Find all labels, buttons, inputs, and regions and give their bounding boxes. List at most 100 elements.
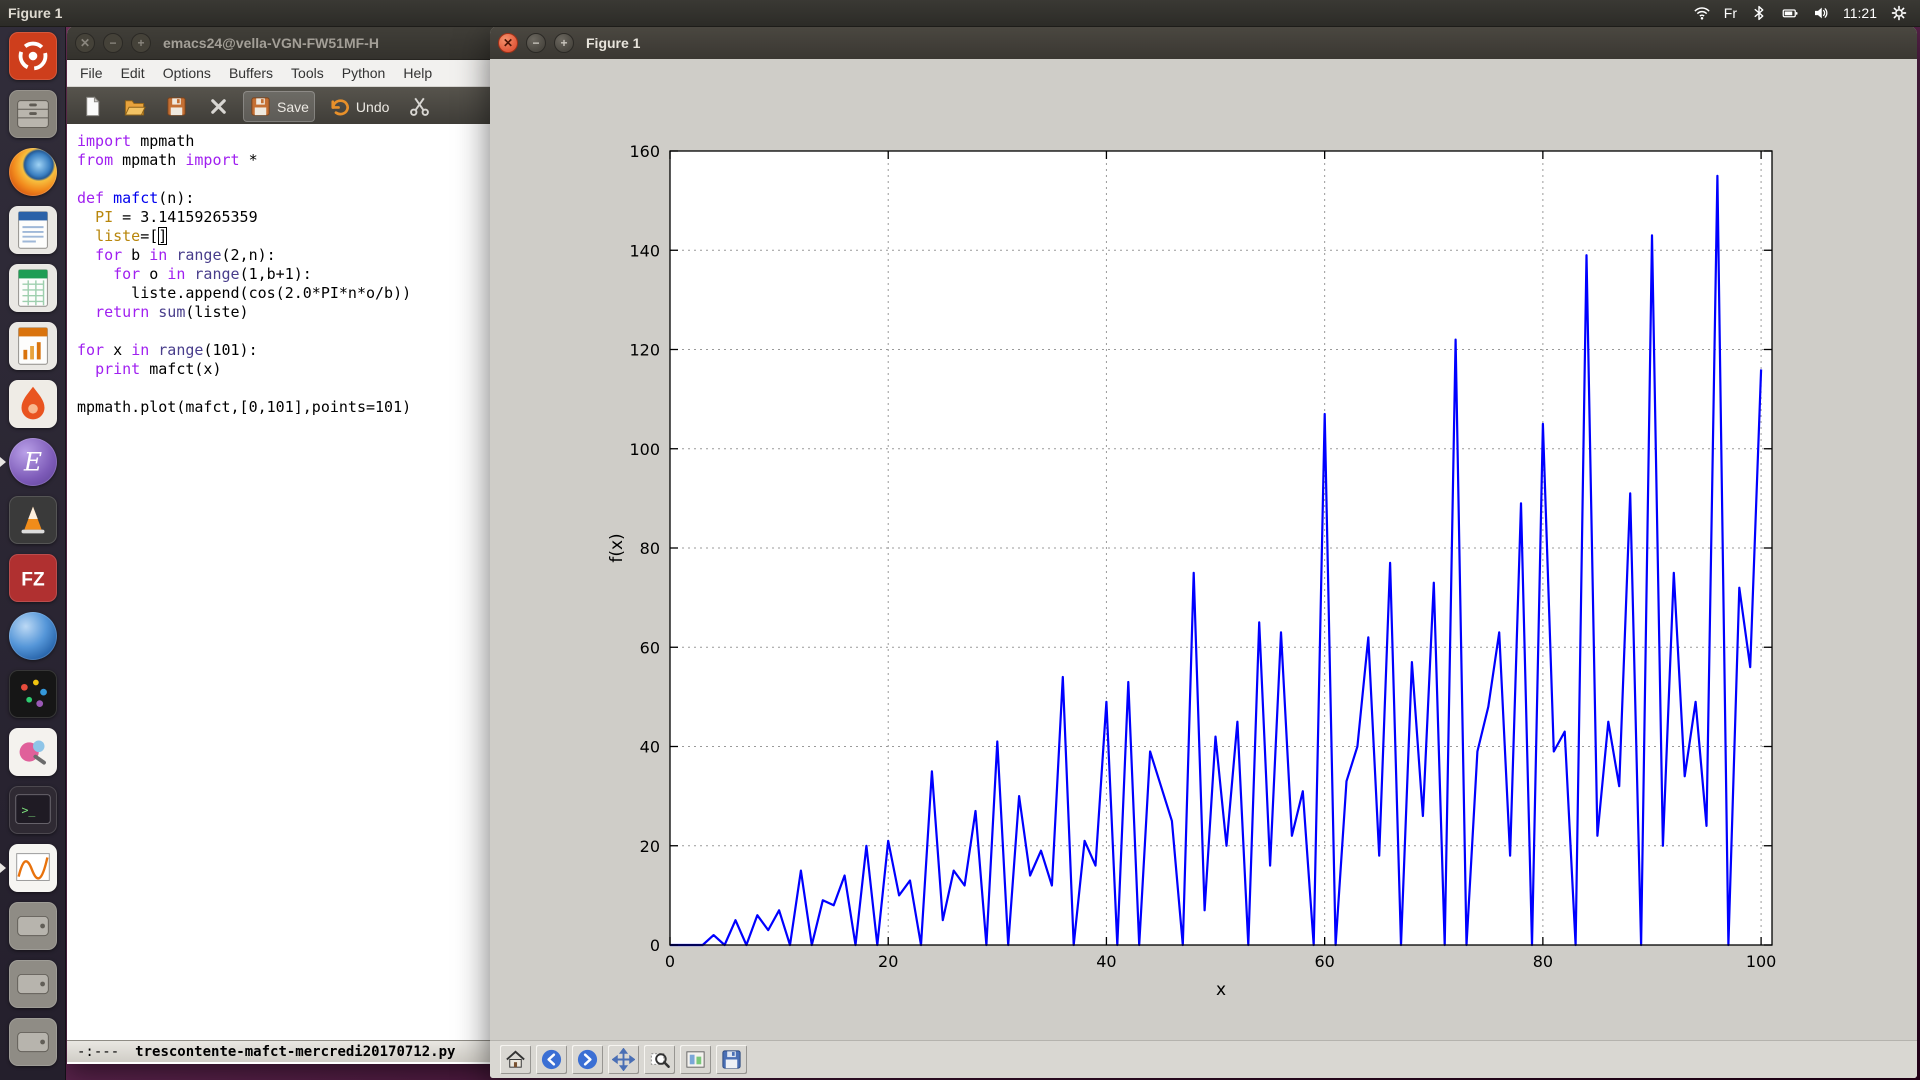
emacs-maximize-button[interactable]: + bbox=[131, 33, 151, 53]
figure-minimize-button[interactable]: − bbox=[526, 33, 546, 53]
undo-arrow-icon bbox=[328, 95, 351, 118]
menu-buffers[interactable]: Buffers bbox=[220, 62, 282, 84]
chart[interactable]: 020406080100020406080100120140160xf(x) bbox=[490, 59, 1917, 1041]
menu-help[interactable]: Help bbox=[394, 62, 441, 84]
menu-python[interactable]: Python bbox=[333, 62, 395, 84]
launcher-item-external-drive-2[interactable] bbox=[9, 960, 57, 1008]
figure-canvas[interactable]: 020406080100020406080100120140160xf(x) bbox=[490, 59, 1917, 1041]
top-panel: Figure 1 Fr 11:21 bbox=[0, 0, 1920, 27]
floppy-icon bbox=[165, 95, 188, 118]
code-line bbox=[77, 379, 507, 398]
emacs-buffer[interactable]: import mpmathfrom mpmath import * def ma… bbox=[67, 124, 507, 1048]
emacs-toolbar-new-file[interactable] bbox=[75, 91, 110, 122]
close-x-icon bbox=[207, 95, 230, 118]
launcher-item-libreoffice-impress[interactable] bbox=[9, 322, 57, 370]
floppy-icon bbox=[249, 95, 272, 118]
emacs-close-button[interactable]: ✕ bbox=[75, 33, 95, 53]
panel-window-title: Figure 1 bbox=[8, 5, 62, 21]
mpl-forward-button[interactable] bbox=[572, 1045, 603, 1074]
bluetooth-icon[interactable] bbox=[1750, 4, 1768, 22]
menu-options[interactable]: Options bbox=[154, 62, 220, 84]
launcher-item-emacs[interactable]: E bbox=[9, 438, 57, 486]
mpl-back-button[interactable] bbox=[536, 1045, 567, 1074]
code-line bbox=[77, 322, 507, 341]
launcher-item-external-drive-3[interactable] bbox=[9, 1018, 57, 1066]
emacs-toolbar-close-x[interactable] bbox=[201, 91, 236, 122]
code-line: mpmath.plot(mafct,[0,101],points=101) bbox=[77, 398, 507, 417]
volume-icon[interactable] bbox=[1812, 4, 1830, 22]
launcher-item-terminal[interactable]: >_ bbox=[9, 786, 57, 834]
keyboard-indicator[interactable]: Fr bbox=[1724, 5, 1737, 21]
y-tick-label: 160 bbox=[629, 142, 660, 161]
running-indicator-emacs bbox=[0, 457, 6, 467]
mpl-toolbar bbox=[490, 1040, 1917, 1078]
x-tick-label: 80 bbox=[1533, 952, 1553, 971]
y-axis-label: f(x) bbox=[607, 533, 627, 562]
emacs-toolbar-floppy-save[interactable]: Save bbox=[243, 91, 315, 122]
figure-window: ✕ − + Figure 1 0204060801000204060801001… bbox=[490, 26, 1917, 1078]
code-line: PI = 3.14159265359 bbox=[77, 208, 507, 227]
code-line: liste.append(cos(2.0*PI*n*o/b)) bbox=[77, 284, 507, 303]
figure-titlebar[interactable]: ✕ − + Figure 1 bbox=[490, 26, 1917, 60]
x-axis-label: x bbox=[1216, 980, 1226, 1000]
code-line: print mafct(x) bbox=[77, 360, 507, 379]
code-line: from mpmath import * bbox=[77, 151, 507, 170]
launcher-item-dash-home[interactable] bbox=[9, 32, 57, 80]
figure-close-button[interactable]: ✕ bbox=[498, 33, 518, 53]
figure-maximize-button[interactable]: + bbox=[554, 33, 574, 53]
emacs-toolbar-open-folder[interactable] bbox=[117, 91, 152, 122]
launcher-item-firefox[interactable] bbox=[9, 148, 57, 196]
launcher-item-paint-app[interactable] bbox=[9, 728, 57, 776]
modeline-status: -:--- bbox=[77, 1044, 119, 1060]
mpl-zoom-button[interactable] bbox=[644, 1045, 675, 1074]
emacs-minimize-button[interactable]: − bbox=[103, 33, 123, 53]
emacs-toolbar-undo-arrow-undo[interactable]: Undo bbox=[322, 91, 395, 122]
launcher-item-files[interactable] bbox=[9, 90, 57, 138]
emacs-titlebar[interactable]: ✕ − + emacs24@vella-VGN-FW51MF-H bbox=[67, 26, 507, 60]
launcher-item-software-center[interactable] bbox=[9, 380, 57, 428]
emacs-menubar: FileEditOptionsBuffersToolsPythonHelp bbox=[67, 60, 507, 87]
menu-tools[interactable]: Tools bbox=[282, 62, 333, 84]
menu-file[interactable]: File bbox=[71, 62, 112, 84]
scissors-icon bbox=[408, 95, 431, 118]
clock[interactable]: 11:21 bbox=[1843, 5, 1877, 21]
wifi-icon[interactable] bbox=[1693, 4, 1711, 22]
launcher-item-dots-app[interactable] bbox=[9, 670, 57, 718]
x-tick-label: 100 bbox=[1746, 952, 1777, 971]
emacs-toolbar-scissors[interactable] bbox=[402, 91, 437, 122]
x-tick-label: 0 bbox=[665, 952, 675, 971]
figure-window-title: Figure 1 bbox=[586, 35, 640, 51]
mpl-home-button[interactable] bbox=[500, 1045, 531, 1074]
launcher-item-browser-sphere[interactable] bbox=[9, 612, 57, 660]
code-line: import mpmath bbox=[77, 132, 507, 151]
y-tick-label: 120 bbox=[629, 341, 660, 360]
launcher-item-media-player[interactable] bbox=[9, 496, 57, 544]
modeline-filename: trescontente-mafct-mercredi20170712.py bbox=[135, 1044, 455, 1060]
svg-text:>_: >_ bbox=[22, 803, 36, 817]
svg-text:E: E bbox=[23, 448, 42, 477]
mpl-pan-button[interactable] bbox=[608, 1045, 639, 1074]
session-gear-icon[interactable] bbox=[1890, 4, 1908, 22]
x-tick-label: 60 bbox=[1314, 952, 1334, 971]
emacs-window-title: emacs24@vella-VGN-FW51MF-H bbox=[163, 35, 379, 51]
launcher-item-filezilla[interactable]: FZ bbox=[9, 554, 57, 602]
y-tick-label: 60 bbox=[640, 638, 660, 657]
emacs-modeline[interactable]: -:--- trescontente-mafct-mercredi2017071… bbox=[67, 1040, 507, 1064]
code-line: for x in range(101): bbox=[77, 341, 507, 360]
y-tick-label: 20 bbox=[640, 837, 660, 856]
emacs-toolbar-label: Save bbox=[277, 99, 309, 115]
code-line: for o in range(1,b+1): bbox=[77, 265, 507, 284]
launcher-item-libreoffice-calc[interactable] bbox=[9, 264, 57, 312]
emacs-minibuffer[interactable] bbox=[67, 1062, 507, 1064]
emacs-toolbar-floppy[interactable] bbox=[159, 91, 194, 122]
running-indicator-plot-tool bbox=[0, 863, 6, 873]
launcher-item-libreoffice-writer[interactable] bbox=[9, 206, 57, 254]
battery-icon[interactable] bbox=[1781, 4, 1799, 22]
mpl-subplots-button[interactable] bbox=[680, 1045, 711, 1074]
menu-edit[interactable]: Edit bbox=[112, 62, 154, 84]
mpl-save-button[interactable] bbox=[716, 1045, 747, 1074]
launcher-item-external-drive-1[interactable] bbox=[9, 902, 57, 950]
launcher-item-plot-tool[interactable] bbox=[9, 844, 57, 892]
launcher: E FZ >_ bbox=[0, 26, 66, 1080]
svg-text:FZ: FZ bbox=[21, 570, 45, 591]
